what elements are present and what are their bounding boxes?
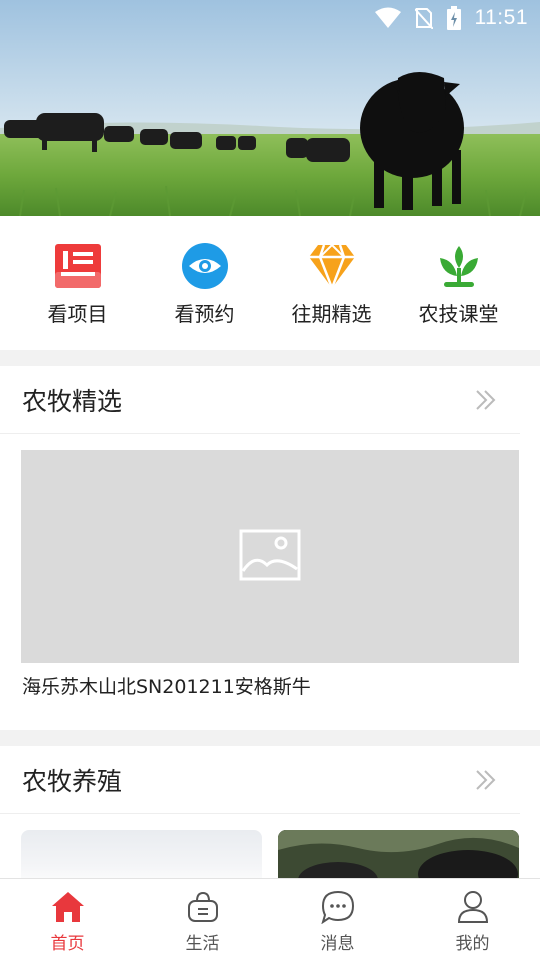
hero-banner[interactable]: 11:51: [0, 0, 540, 216]
quick-nav-appointments[interactable]: 看预约: [141, 216, 268, 350]
wifi-icon: [374, 7, 401, 29]
featured-section: 农牧精选 海乐苏木山北SN201211安格斯牛: [0, 366, 540, 730]
quick-nav-label: 看预约: [174, 302, 235, 326]
tab-messages[interactable]: 消息: [270, 879, 405, 960]
section-header: 农牧养殖: [0, 746, 520, 814]
home-icon: [50, 889, 86, 925]
project-list-icon: [52, 240, 104, 292]
battery-charging-icon: [446, 6, 461, 30]
breeding-section: 农牧养殖: [0, 746, 540, 878]
section-header: 农牧精选: [0, 366, 520, 434]
quick-nav-label: 往期精选: [291, 302, 372, 326]
tab-label: 生活: [185, 934, 220, 954]
tab-life[interactable]: 生活: [135, 879, 270, 960]
section-title: 农牧精选: [22, 386, 123, 416]
no-sim-icon: [414, 7, 433, 29]
shopping-bag-icon: [185, 889, 221, 925]
quick-nav: 看项目 看预约 往期精选 农技课堂: [0, 216, 540, 350]
chat-bubble-icon: [320, 889, 356, 925]
section-title: 农牧养殖: [22, 766, 123, 796]
quick-nav-label: 农技课堂: [418, 302, 499, 326]
image-placeholder-icon: [239, 529, 301, 585]
status-bar: 11:51: [0, 0, 540, 36]
featured-item-image[interactable]: [21, 450, 519, 663]
eye-icon: [179, 240, 231, 292]
cattle-photo: [278, 830, 519, 878]
tab-home[interactable]: 首页: [0, 879, 135, 960]
bottom-tab-bar: 首页 生活 消息 我的: [0, 878, 540, 960]
quick-nav-past-selections[interactable]: 往期精选: [268, 216, 395, 350]
user-icon: [455, 889, 491, 925]
tab-profile[interactable]: 我的: [405, 879, 540, 960]
quick-nav-label: 看项目: [47, 302, 108, 326]
breeding-item-thumbnail[interactable]: [278, 830, 519, 878]
tab-label: 我的: [455, 934, 490, 954]
diamond-icon: [306, 240, 358, 292]
double-chevron-right-icon[interactable]: [472, 386, 500, 414]
quick-nav-projects[interactable]: 看项目: [14, 216, 141, 350]
sprout-icon: [433, 240, 485, 292]
featured-item-caption[interactable]: 海乐苏木山北SN201211安格斯牛: [22, 672, 311, 699]
status-time: 11:51: [474, 6, 528, 29]
tab-label: 首页: [50, 934, 85, 954]
quick-nav-agri-class[interactable]: 农技课堂: [395, 216, 522, 350]
tab-label: 消息: [320, 934, 355, 954]
double-chevron-right-icon[interactable]: [472, 766, 500, 794]
breeding-item-thumbnail[interactable]: [21, 830, 262, 878]
